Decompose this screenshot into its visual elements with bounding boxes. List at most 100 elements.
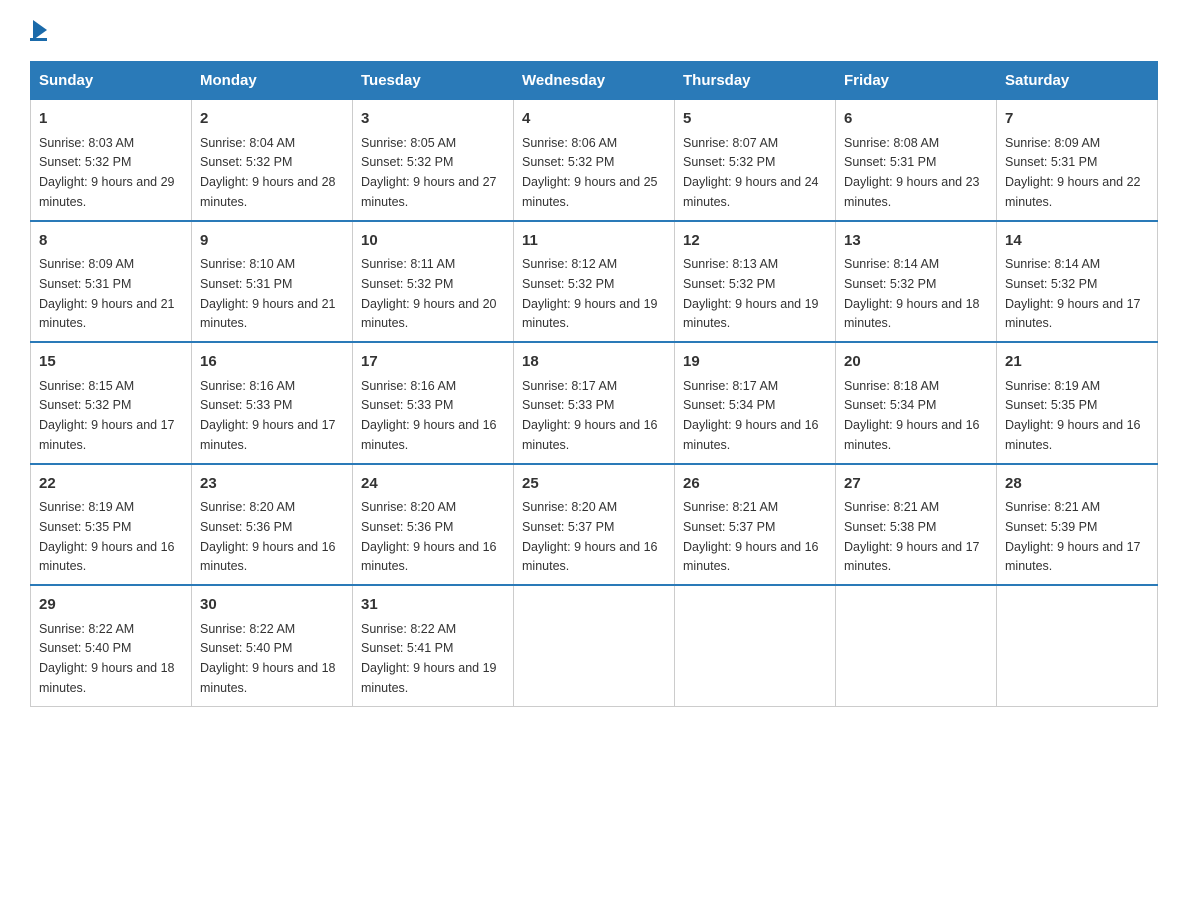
sunset-info: Sunset: 5:32 PM bbox=[361, 277, 453, 291]
day-number: 14 bbox=[1005, 230, 1149, 253]
daylight-info: Daylight: 9 hours and 16 minutes. bbox=[1005, 418, 1141, 452]
day-number: 15 bbox=[39, 351, 183, 374]
daylight-info: Daylight: 9 hours and 19 minutes. bbox=[522, 297, 658, 331]
sunset-info: Sunset: 5:33 PM bbox=[200, 398, 292, 412]
sunrise-info: Sunrise: 8:06 AM bbox=[522, 136, 617, 150]
day-number: 7 bbox=[1005, 108, 1149, 131]
calendar-header: SundayMondayTuesdayWednesdayThursdayFrid… bbox=[31, 62, 1158, 100]
sunset-info: Sunset: 5:32 PM bbox=[1005, 277, 1097, 291]
daylight-info: Daylight: 9 hours and 18 minutes. bbox=[39, 661, 175, 695]
day-cell: 20 Sunrise: 8:18 AM Sunset: 5:34 PM Dayl… bbox=[836, 342, 997, 464]
day-cell: 10 Sunrise: 8:11 AM Sunset: 5:32 PM Dayl… bbox=[353, 221, 514, 343]
day-number: 1 bbox=[39, 108, 183, 131]
day-number: 6 bbox=[844, 108, 988, 131]
day-cell: 28 Sunrise: 8:21 AM Sunset: 5:39 PM Dayl… bbox=[997, 464, 1158, 586]
sunset-info: Sunset: 5:36 PM bbox=[361, 520, 453, 534]
day-cell: 13 Sunrise: 8:14 AM Sunset: 5:32 PM Dayl… bbox=[836, 221, 997, 343]
day-cell: 14 Sunrise: 8:14 AM Sunset: 5:32 PM Dayl… bbox=[997, 221, 1158, 343]
day-cell: 27 Sunrise: 8:21 AM Sunset: 5:38 PM Dayl… bbox=[836, 464, 997, 586]
daylight-info: Daylight: 9 hours and 21 minutes. bbox=[200, 297, 336, 331]
day-cell: 5 Sunrise: 8:07 AM Sunset: 5:32 PM Dayli… bbox=[675, 100, 836, 221]
sunrise-info: Sunrise: 8:10 AM bbox=[200, 257, 295, 271]
sunset-info: Sunset: 5:35 PM bbox=[1005, 398, 1097, 412]
sunset-info: Sunset: 5:41 PM bbox=[361, 641, 453, 655]
day-cell: 19 Sunrise: 8:17 AM Sunset: 5:34 PM Dayl… bbox=[675, 342, 836, 464]
daylight-info: Daylight: 9 hours and 16 minutes. bbox=[683, 540, 819, 574]
header-cell-sunday: Sunday bbox=[31, 62, 192, 100]
sunset-info: Sunset: 5:32 PM bbox=[844, 277, 936, 291]
sunrise-info: Sunrise: 8:07 AM bbox=[683, 136, 778, 150]
header-cell-monday: Monday bbox=[192, 62, 353, 100]
daylight-info: Daylight: 9 hours and 20 minutes. bbox=[361, 297, 497, 331]
week-row-3: 15 Sunrise: 8:15 AM Sunset: 5:32 PM Dayl… bbox=[31, 342, 1158, 464]
logo-icon bbox=[30, 20, 47, 41]
sunset-info: Sunset: 5:36 PM bbox=[200, 520, 292, 534]
daylight-info: Daylight: 9 hours and 16 minutes. bbox=[39, 540, 175, 574]
daylight-info: Daylight: 9 hours and 17 minutes. bbox=[844, 540, 980, 574]
daylight-info: Daylight: 9 hours and 19 minutes. bbox=[361, 661, 497, 695]
day-cell: 18 Sunrise: 8:17 AM Sunset: 5:33 PM Dayl… bbox=[514, 342, 675, 464]
sunset-info: Sunset: 5:32 PM bbox=[683, 277, 775, 291]
day-cell bbox=[514, 585, 675, 706]
sunset-info: Sunset: 5:32 PM bbox=[361, 155, 453, 169]
day-cell: 24 Sunrise: 8:20 AM Sunset: 5:36 PM Dayl… bbox=[353, 464, 514, 586]
day-number: 30 bbox=[200, 594, 344, 617]
daylight-info: Daylight: 9 hours and 16 minutes. bbox=[522, 418, 658, 452]
sunrise-info: Sunrise: 8:20 AM bbox=[200, 500, 295, 514]
daylight-info: Daylight: 9 hours and 16 minutes. bbox=[844, 418, 980, 452]
day-cell: 7 Sunrise: 8:09 AM Sunset: 5:31 PM Dayli… bbox=[997, 100, 1158, 221]
day-number: 12 bbox=[683, 230, 827, 253]
sunrise-info: Sunrise: 8:22 AM bbox=[200, 622, 295, 636]
sunset-info: Sunset: 5:32 PM bbox=[39, 398, 131, 412]
day-number: 5 bbox=[683, 108, 827, 131]
sunset-info: Sunset: 5:31 PM bbox=[39, 277, 131, 291]
day-cell bbox=[675, 585, 836, 706]
day-number: 3 bbox=[361, 108, 505, 131]
day-number: 28 bbox=[1005, 473, 1149, 496]
header-row: SundayMondayTuesdayWednesdayThursdayFrid… bbox=[31, 62, 1158, 100]
day-number: 8 bbox=[39, 230, 183, 253]
page-header bbox=[30, 20, 1158, 41]
sunrise-info: Sunrise: 8:20 AM bbox=[361, 500, 456, 514]
week-row-4: 22 Sunrise: 8:19 AM Sunset: 5:35 PM Dayl… bbox=[31, 464, 1158, 586]
sunset-info: Sunset: 5:34 PM bbox=[683, 398, 775, 412]
day-number: 13 bbox=[844, 230, 988, 253]
sunrise-info: Sunrise: 8:05 AM bbox=[361, 136, 456, 150]
week-row-2: 8 Sunrise: 8:09 AM Sunset: 5:31 PM Dayli… bbox=[31, 221, 1158, 343]
day-cell: 2 Sunrise: 8:04 AM Sunset: 5:32 PM Dayli… bbox=[192, 100, 353, 221]
header-cell-friday: Friday bbox=[836, 62, 997, 100]
sunset-info: Sunset: 5:40 PM bbox=[39, 641, 131, 655]
logo-underline bbox=[30, 38, 47, 41]
day-number: 9 bbox=[200, 230, 344, 253]
calendar-body: 1 Sunrise: 8:03 AM Sunset: 5:32 PM Dayli… bbox=[31, 100, 1158, 707]
day-cell: 6 Sunrise: 8:08 AM Sunset: 5:31 PM Dayli… bbox=[836, 100, 997, 221]
day-number: 24 bbox=[361, 473, 505, 496]
day-number: 29 bbox=[39, 594, 183, 617]
day-number: 23 bbox=[200, 473, 344, 496]
sunrise-info: Sunrise: 8:09 AM bbox=[1005, 136, 1100, 150]
day-cell: 26 Sunrise: 8:21 AM Sunset: 5:37 PM Dayl… bbox=[675, 464, 836, 586]
daylight-info: Daylight: 9 hours and 16 minutes. bbox=[361, 418, 497, 452]
sunrise-info: Sunrise: 8:15 AM bbox=[39, 379, 134, 393]
sunrise-info: Sunrise: 8:16 AM bbox=[361, 379, 456, 393]
day-cell: 29 Sunrise: 8:22 AM Sunset: 5:40 PM Dayl… bbox=[31, 585, 192, 706]
calendar-table: SundayMondayTuesdayWednesdayThursdayFrid… bbox=[30, 61, 1158, 707]
day-cell bbox=[836, 585, 997, 706]
day-number: 18 bbox=[522, 351, 666, 374]
day-cell: 11 Sunrise: 8:12 AM Sunset: 5:32 PM Dayl… bbox=[514, 221, 675, 343]
day-cell: 9 Sunrise: 8:10 AM Sunset: 5:31 PM Dayli… bbox=[192, 221, 353, 343]
sunset-info: Sunset: 5:31 PM bbox=[200, 277, 292, 291]
sunset-info: Sunset: 5:33 PM bbox=[361, 398, 453, 412]
day-cell: 30 Sunrise: 8:22 AM Sunset: 5:40 PM Dayl… bbox=[192, 585, 353, 706]
sunrise-info: Sunrise: 8:04 AM bbox=[200, 136, 295, 150]
daylight-info: Daylight: 9 hours and 28 minutes. bbox=[200, 175, 336, 209]
day-cell: 23 Sunrise: 8:20 AM Sunset: 5:36 PM Dayl… bbox=[192, 464, 353, 586]
day-cell: 12 Sunrise: 8:13 AM Sunset: 5:32 PM Dayl… bbox=[675, 221, 836, 343]
day-cell: 15 Sunrise: 8:15 AM Sunset: 5:32 PM Dayl… bbox=[31, 342, 192, 464]
header-cell-tuesday: Tuesday bbox=[353, 62, 514, 100]
daylight-info: Daylight: 9 hours and 16 minutes. bbox=[200, 540, 336, 574]
day-number: 4 bbox=[522, 108, 666, 131]
sunrise-info: Sunrise: 8:21 AM bbox=[1005, 500, 1100, 514]
sunrise-info: Sunrise: 8:12 AM bbox=[522, 257, 617, 271]
daylight-info: Daylight: 9 hours and 18 minutes. bbox=[200, 661, 336, 695]
